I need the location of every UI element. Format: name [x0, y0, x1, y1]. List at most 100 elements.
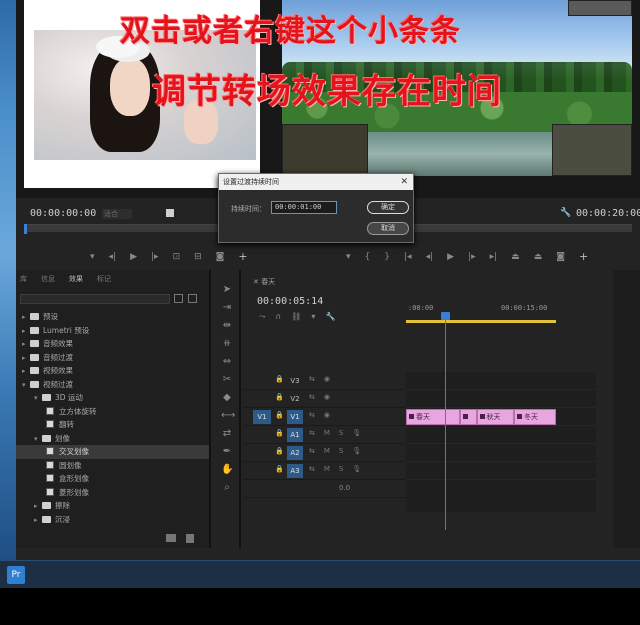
- master-volume[interactable]: 0.0: [339, 484, 350, 492]
- linked-selection-icon[interactable]: ⛓: [291, 312, 301, 322]
- effects-folder[interactable]: ▸ 音频效果: [16, 337, 209, 351]
- new-folder-icon[interactable]: [166, 534, 176, 542]
- track-header-a3[interactable]: 🔒 A3 ⇆ M S 🎙: [243, 462, 406, 480]
- chevron-right-icon[interactable]: ▸: [22, 352, 30, 366]
- chevron-down-icon[interactable]: ▾: [34, 433, 42, 447]
- stop-icon[interactable]: [166, 209, 174, 217]
- track-lane[interactable]: [406, 372, 596, 390]
- track-lane[interactable]: [406, 426, 596, 444]
- selection-tool-icon[interactable]: ➤: [221, 284, 233, 296]
- tab-markers[interactable]: 标记: [97, 274, 111, 288]
- ripple-edit-icon[interactable]: ⇹: [221, 320, 233, 332]
- chevron-right-icon[interactable]: ▸: [22, 338, 30, 352]
- effects-search-input[interactable]: [20, 294, 170, 304]
- sync-lock-icon[interactable]: ⇆: [309, 375, 315, 383]
- mark-out-icon[interactable]: {: [365, 252, 371, 262]
- track-header-v3[interactable]: 🔒 V3 ⇆ ◉: [243, 372, 406, 390]
- effect-item[interactable]: 交叉划像: [16, 445, 209, 459]
- track-target[interactable]: V2: [287, 392, 303, 406]
- overwrite-icon[interactable]: ⊟: [194, 252, 202, 262]
- track-target[interactable]: A2: [287, 446, 303, 460]
- mic-icon[interactable]: 🎙: [352, 429, 361, 437]
- cancel-button[interactable]: 取消: [367, 222, 409, 235]
- add-button-icon[interactable]: +: [579, 250, 588, 263]
- effects-folder[interactable]: ▾ 划像: [16, 432, 209, 446]
- effects-folder[interactable]: ▸ 预设: [16, 310, 209, 324]
- premiere-app-icon[interactable]: Pr: [7, 566, 25, 584]
- effects-folder[interactable]: ▸ 沉浸: [16, 513, 209, 527]
- mark-out-icon[interactable]: }: [384, 252, 390, 262]
- effects-folder[interactable]: ▸ 视频效果: [16, 364, 209, 378]
- effect-item[interactable]: 翻转: [16, 418, 209, 432]
- eye-icon[interactable]: ◉: [324, 411, 330, 419]
- mute-icon[interactable]: M: [324, 465, 330, 473]
- effects-folder[interactable]: ▸ 音频过渡: [16, 351, 209, 365]
- export-frame-icon[interactable]: ◙: [216, 252, 225, 262]
- timeline-clip[interactable]: 秋天: [476, 409, 514, 425]
- play-icon[interactable]: ▶: [447, 252, 454, 262]
- timeline-clip[interactable]: 春天: [406, 409, 460, 425]
- play-icon[interactable]: ▶: [130, 252, 137, 262]
- settings-icon[interactable]: 🔧: [325, 312, 335, 322]
- timeline-clip[interactable]: 冬天: [514, 409, 556, 425]
- eye-icon[interactable]: ◉: [324, 375, 330, 383]
- step-forward-icon[interactable]: |▸: [151, 252, 159, 262]
- tab-info[interactable]: 信息: [41, 274, 55, 288]
- track-header-v2[interactable]: 🔒 V2 ⇆ ◉: [243, 390, 406, 408]
- tab-library[interactable]: 库: [20, 274, 27, 288]
- solo-icon[interactable]: S: [339, 429, 343, 437]
- chevron-right-icon[interactable]: ▸: [22, 365, 30, 379]
- eye-icon[interactable]: ◉: [324, 393, 330, 401]
- step-back-icon[interactable]: ◂|: [426, 252, 434, 262]
- hand-tool-icon[interactable]: ✋: [221, 464, 233, 476]
- add-marker-icon[interactable]: ▾: [311, 312, 315, 322]
- chevron-right-icon[interactable]: ▸: [22, 311, 30, 325]
- delete-icon[interactable]: [186, 534, 194, 543]
- extract-icon[interactable]: ⏏: [534, 252, 543, 262]
- mic-icon[interactable]: 🎙: [352, 465, 361, 473]
- add-button-icon[interactable]: +: [238, 250, 247, 263]
- sync-lock-icon[interactable]: ⇆: [309, 429, 315, 437]
- track-select-icon[interactable]: ⇥: [221, 302, 233, 314]
- solo-icon[interactable]: S: [339, 447, 343, 455]
- nest-icon[interactable]: ⤳: [259, 312, 265, 322]
- duration-input[interactable]: 00:00:01:00: [271, 201, 337, 214]
- track-target[interactable]: A3: [287, 464, 303, 478]
- slip-tool-icon[interactable]: ⟷: [221, 410, 235, 422]
- effects-folder[interactable]: ▾ 3D 运动: [16, 391, 209, 405]
- step-back-icon[interactable]: ◂|: [109, 252, 117, 262]
- chevron-right-icon[interactable]: ▸: [34, 500, 42, 514]
- step-forward-icon[interactable]: |▸: [468, 252, 476, 262]
- go-to-in-icon[interactable]: |◂: [404, 252, 412, 262]
- mic-icon[interactable]: 🎙: [352, 447, 361, 455]
- track-header-a1[interactable]: 🔒 A1 ⇆ M S 🎙: [243, 426, 406, 444]
- rate-stretch-icon[interactable]: ⇔: [221, 356, 233, 368]
- track-header-a2[interactable]: 🔒 A2 ⇆ M S 🎙: [243, 444, 406, 462]
- track-lane[interactable]: [406, 444, 596, 462]
- close-icon[interactable]: ✕: [400, 174, 408, 190]
- razor-tool-icon[interactable]: ✂: [221, 374, 233, 386]
- ok-button[interactable]: 确定: [367, 201, 409, 214]
- camera-icon[interactable]: ◙: [556, 252, 565, 262]
- mute-icon[interactable]: M: [324, 447, 330, 455]
- timeline-timecode[interactable]: 00:00:05:14: [257, 296, 323, 307]
- go-to-out-icon[interactable]: ▸|: [490, 252, 498, 262]
- lock-icon[interactable]: 🔒: [275, 375, 284, 383]
- chevron-down-icon[interactable]: ▾: [22, 379, 30, 393]
- track-lane[interactable]: [406, 462, 596, 480]
- sync-lock-icon[interactable]: ⇆: [309, 447, 315, 455]
- insert-icon[interactable]: ⊡: [173, 252, 181, 262]
- rolling-edit-icon[interactable]: ⧺: [221, 338, 233, 350]
- effect-item[interactable]: 立方体旋转: [16, 405, 209, 419]
- track-header-v1[interactable]: V1 🔒 V1 ⇆ ◉: [243, 408, 406, 426]
- lift-icon[interactable]: ⏏: [511, 252, 520, 262]
- accelerated-effects-icon[interactable]: [174, 294, 183, 303]
- effects-folder[interactable]: ▾ 视频过渡: [16, 378, 209, 392]
- razor-icon[interactable]: ◆: [221, 392, 233, 404]
- effect-item[interactable]: 盒形划像: [16, 472, 209, 486]
- sync-lock-icon[interactable]: ⇆: [309, 393, 315, 401]
- effects-folder[interactable]: ▸ Lumetri 预设: [16, 324, 209, 338]
- close-icon[interactable]: ✕: [253, 278, 259, 286]
- mark-in-icon[interactable]: ▾: [346, 252, 351, 262]
- sync-lock-icon[interactable]: ⇆: [309, 465, 315, 473]
